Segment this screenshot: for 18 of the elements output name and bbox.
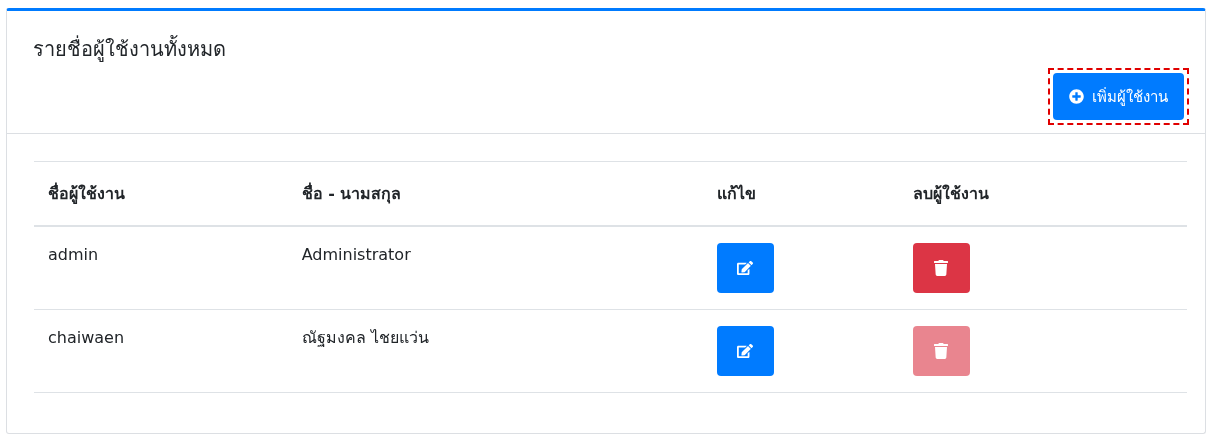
edit-icon	[737, 260, 754, 276]
edit-button[interactable]	[716, 243, 774, 293]
delete-button[interactable]	[912, 243, 970, 293]
card-title: รายชื่อผู้ใช้งานทั้งหมด	[33, 34, 227, 64]
edit-icon	[737, 343, 754, 359]
add-user-button[interactable]: เพิ่มผู้ใช้งาน	[1053, 73, 1184, 120]
column-header: ลบผู้ใช้งาน	[898, 161, 1187, 226]
column-header: ชื่อ - นามสกุล	[287, 161, 703, 226]
plus-icon	[1069, 89, 1084, 104]
full-name-cell: Administrator	[301, 244, 411, 264]
username-cell: chaiwaen	[48, 327, 125, 347]
username-cell: admin	[48, 244, 99, 264]
column-header: ชื่อผู้ใช้งาน	[34, 161, 288, 226]
trash-icon	[933, 343, 950, 359]
trash-icon	[933, 260, 950, 276]
full-name-cell-text: ณัฐมงคล ไชยแว่น	[301, 326, 429, 349]
edit-button[interactable]	[716, 326, 774, 376]
column-header: แก้ไข	[702, 161, 899, 226]
